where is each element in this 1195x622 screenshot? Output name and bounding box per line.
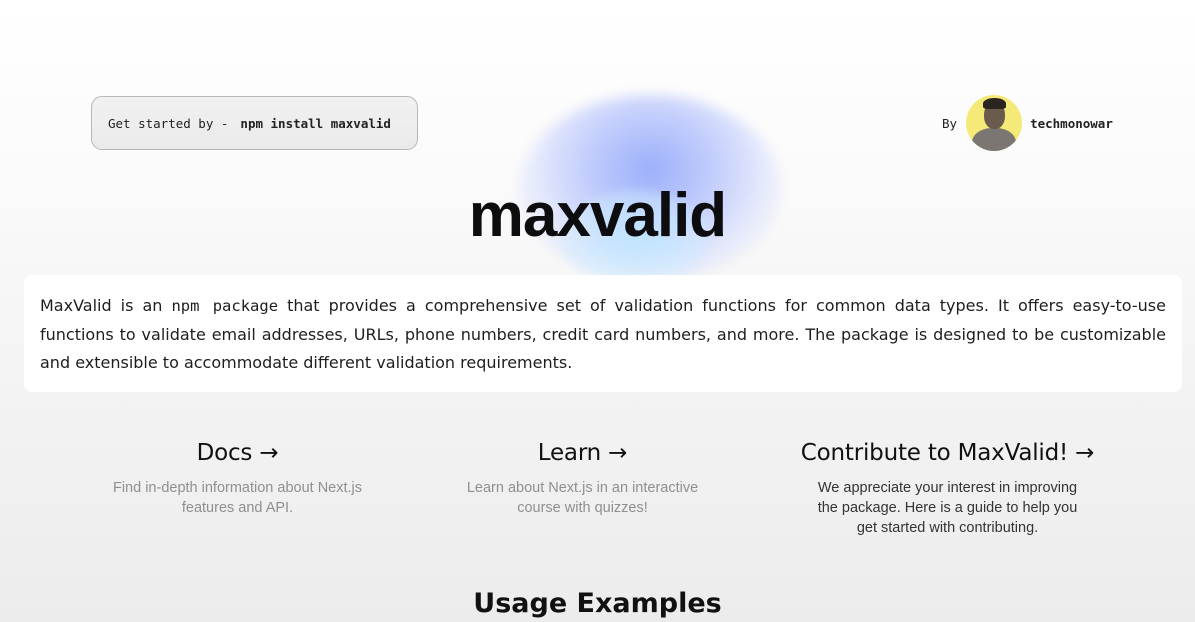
install-command: npm install maxvalid <box>240 115 391 131</box>
contribute-card[interactable]: Contribute to MaxValid! → We appreciate … <box>790 440 1105 538</box>
author-name: techmonowar <box>1030 115 1113 131</box>
description-intro: MaxValid is an <box>40 296 172 315</box>
get-started-label: Get started by - <box>108 115 229 131</box>
author-link[interactable]: By techmonowar <box>942 95 1113 151</box>
author-avatar <box>966 95 1023 151</box>
avatar-hair <box>983 98 1007 109</box>
description-panel: MaxValid is an npm package that provides… <box>24 275 1182 392</box>
learn-card[interactable]: Learn → Learn about Next.js in an intera… <box>455 440 710 518</box>
docs-card[interactable]: Docs → Find in-depth information about N… <box>100 440 375 518</box>
contribute-card-title: Contribute to MaxValid! → <box>800 440 1095 466</box>
page-title: maxvalid <box>468 181 727 250</box>
docs-card-text: Find in-depth information about Next.js … <box>112 480 363 516</box>
by-label: By <box>942 115 958 131</box>
learn-card-title: Learn → <box>537 440 628 466</box>
learn-card-text: Learn about Next.js in an interactive co… <box>466 480 699 516</box>
install-command-box[interactable]: Get started by - npm install maxvalid <box>91 96 418 150</box>
docs-card-title: Docs → <box>196 440 279 466</box>
description-code: npm package <box>171 297 279 315</box>
usage-examples-heading: Usage Examples <box>473 588 722 619</box>
contribute-card-text: We appreciate your interest in improving… <box>817 480 1078 536</box>
avatar-body <box>972 128 1017 151</box>
